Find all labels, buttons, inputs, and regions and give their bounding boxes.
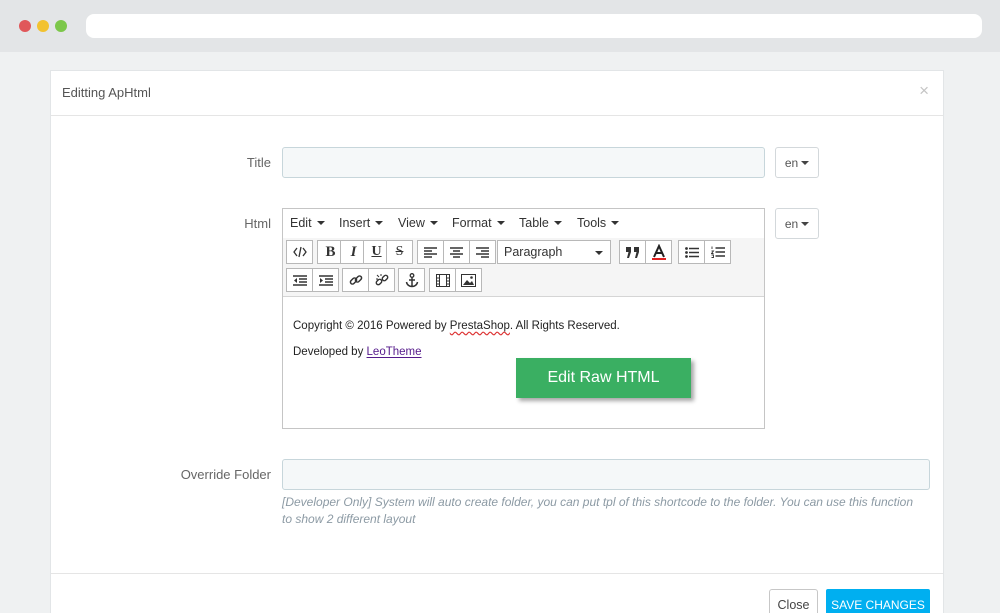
caret-down-icon <box>801 160 810 165</box>
menu-table-label: Table <box>519 216 549 230</box>
strikethrough-icon[interactable]: S <box>386 240 413 264</box>
link-icon[interactable] <box>342 268 369 292</box>
align-left-icon[interactable] <box>417 240 444 264</box>
menu-table[interactable]: Table <box>519 216 562 230</box>
menu-view-label: View <box>398 216 425 230</box>
override-folder-label: Override Folder <box>180 467 271 482</box>
menu-edit[interactable]: Edit <box>290 216 325 230</box>
menu-insert-label: Insert <box>339 216 371 230</box>
modal-header: Editting ApHtml × <box>51 71 943 116</box>
menu-format[interactable]: Format <box>452 216 505 230</box>
menu-tools[interactable]: Tools <box>577 216 620 230</box>
outdent-icon[interactable] <box>286 268 313 292</box>
numbered-list-icon[interactable] <box>704 240 731 264</box>
align-right-icon[interactable] <box>469 240 496 264</box>
menu-format-label: Format <box>452 216 492 230</box>
code-icon[interactable] <box>286 240 313 264</box>
html-language-dropdown[interactable]: en <box>775 208 819 239</box>
align-center-icon[interactable] <box>443 240 470 264</box>
title-language-dropdown[interactable]: en <box>775 147 819 178</box>
blockquote-icon[interactable] <box>619 240 646 264</box>
caret-down-icon <box>375 221 384 225</box>
editor-toolbar: B I U S Paragraph <box>283 238 764 297</box>
content-line-copyright: Copyright © 2016 Powered by PrestaShop. … <box>293 313 753 339</box>
editor-menubar: Edit Insert View Format Table Tools <box>283 209 764 238</box>
window-maximize-dot[interactable] <box>55 20 67 32</box>
caret-down-icon <box>801 221 810 226</box>
html-language-label: en <box>784 216 799 231</box>
image-icon[interactable] <box>455 268 482 292</box>
title-input[interactable] <box>282 147 765 178</box>
url-bar[interactable] <box>86 14 982 38</box>
caret-down-icon <box>496 221 505 225</box>
bullet-list-icon[interactable] <box>678 240 705 264</box>
anchor-icon[interactable] <box>398 268 425 292</box>
developer-text: Developed by <box>293 346 367 358</box>
menu-insert[interactable]: Insert <box>339 216 384 230</box>
media-icon[interactable] <box>429 268 456 292</box>
modal-title: Editting ApHtml <box>62 85 151 100</box>
brand-text: PrestaShop <box>449 320 510 332</box>
developer-link[interactable]: LeoTheme <box>367 346 422 358</box>
menu-tools-label: Tools <box>577 216 607 230</box>
override-folder-help: [Developer Only] System will auto create… <box>282 495 914 526</box>
edit-modal: Editting ApHtml × Title en Html en Edit … <box>50 70 944 613</box>
copyright-text: Copyright © 2016 Powered by <box>293 320 450 332</box>
caret-down-icon <box>611 221 620 225</box>
html-label: Html <box>244 216 271 231</box>
title-language-label: en <box>784 155 799 170</box>
caret-down-icon <box>316 221 325 225</box>
window-close-dot[interactable] <box>19 20 31 32</box>
menu-view[interactable]: View <box>398 216 438 230</box>
text-color-icon[interactable] <box>645 240 672 264</box>
rights-text: . All Rights Reserved. <box>509 320 620 332</box>
caret-down-icon <box>429 221 438 225</box>
caret-down-icon <box>553 221 562 225</box>
title-label: Title <box>246 155 271 170</box>
save-changes-button[interactable]: SAVE CHANGES <box>826 589 930 613</box>
format-select[interactable]: Paragraph <box>497 240 611 264</box>
modal-footer-divider <box>51 573 943 574</box>
override-folder-input[interactable] <box>282 459 930 490</box>
unlink-icon[interactable] <box>368 268 395 292</box>
browser-chrome <box>0 0 1000 52</box>
format-select-value: Paragraph <box>504 245 563 259</box>
caret-down-icon <box>595 251 603 255</box>
indent-icon[interactable] <box>312 268 339 292</box>
close-icon[interactable]: × <box>919 81 929 101</box>
menu-edit-label: Edit <box>290 216 312 230</box>
window-minimize-dot[interactable] <box>37 20 49 32</box>
edit-raw-html-button[interactable]: Edit Raw HTML <box>516 358 691 398</box>
close-button[interactable]: Close <box>769 589 818 613</box>
